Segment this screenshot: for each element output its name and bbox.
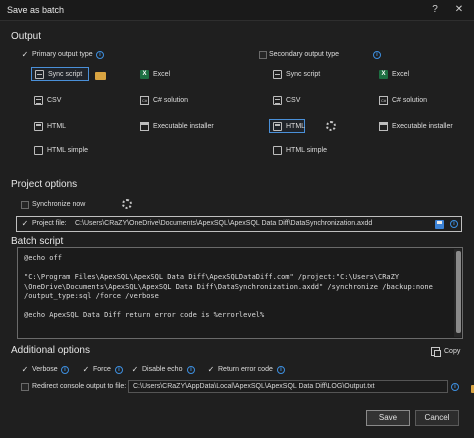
folder-icon[interactable] [95, 72, 106, 80]
secondary-excel-option[interactable]: X Excel [376, 67, 412, 81]
project-file-path[interactable]: C:\Users\CRaZY\OneDrive\Documents\ApexSQ… [71, 218, 431, 231]
return-error-code-info-icon[interactable]: i [277, 366, 285, 374]
cancel-button[interactable]: Cancel [415, 410, 459, 426]
batch-script-editor[interactable]: @echo off "C:\Program Files\ApexSQL\Apex… [17, 247, 463, 339]
save-icon[interactable] [435, 220, 444, 229]
primary-output-label: Primary output type [32, 51, 93, 58]
synchronize-now-checkbox[interactable] [21, 201, 29, 209]
project-file-info-icon[interactable]: i [450, 220, 458, 228]
verbose-checkbox[interactable]: ✓ [21, 366, 29, 374]
project-file-label: Project file: [32, 220, 67, 227]
secondary-sync-script-option[interactable]: Sync script [270, 67, 323, 81]
additional-options-header: Additional options [11, 345, 90, 356]
verbose-info-icon[interactable]: i [61, 366, 69, 374]
batch-script-header: Batch script [11, 236, 64, 247]
copy-button[interactable]: Copy [428, 344, 463, 358]
secondary-csharp-option[interactable]: C# C# solution [376, 93, 430, 107]
force-checkbox[interactable]: ✓ [82, 366, 90, 374]
project-file-row: ✓ Project file: C:\Users\CRaZY\OneDrive\… [16, 216, 462, 232]
copy-label: Copy [444, 347, 461, 355]
html-icon [34, 121, 43, 131]
executable-icon [140, 121, 149, 131]
sync-script-icon [273, 69, 282, 79]
secondary-exe-option[interactable]: Executable installer [376, 119, 456, 133]
primary-sync-script-label: Sync script [48, 70, 83, 78]
primary-html-simple-option[interactable]: HTML simple [31, 143, 91, 157]
disable-echo-checkbox[interactable]: ✓ [131, 366, 139, 374]
secondary-csv-option[interactable]: CSV [270, 93, 303, 107]
html-simple-icon [273, 145, 282, 155]
project-file-checkbox[interactable]: ✓ [21, 220, 29, 228]
copy-icon [431, 346, 441, 357]
primary-output-info-icon[interactable]: i [96, 51, 104, 59]
gear-icon[interactable] [121, 199, 132, 209]
secondary-html-option[interactable]: HTML [269, 119, 305, 133]
primary-excel-label: Excel [153, 70, 171, 78]
redirect-output-label: Redirect console output to file: [32, 383, 127, 390]
primary-csv-label: CSV [47, 96, 62, 104]
disable-echo-info-icon[interactable]: i [187, 366, 195, 374]
help-button[interactable]: ? [428, 4, 442, 15]
html-icon [273, 121, 282, 131]
synchronize-now-label: Synchronize now [32, 201, 86, 208]
return-error-code-label: Return error code [218, 366, 273, 373]
primary-html-label: HTML [47, 122, 67, 130]
force-info-icon[interactable]: i [115, 366, 123, 374]
gear-icon[interactable] [325, 121, 336, 131]
save-button[interactable]: Save [366, 410, 410, 426]
output-header: Output [11, 31, 42, 42]
secondary-html-simple-label: HTML simple [286, 146, 327, 154]
primary-csharp-label: C# solution [153, 96, 189, 104]
html-simple-icon [34, 145, 43, 155]
secondary-output-label: Secondary output type [269, 51, 340, 58]
close-button[interactable]: ✕ [452, 4, 466, 15]
primary-html-simple-label: HTML simple [47, 146, 88, 154]
sync-script-icon [35, 69, 44, 79]
secondary-exe-label: Executable installer [392, 122, 453, 130]
secondary-sync-script-label: Sync script [286, 70, 321, 78]
csharp-icon: C# [379, 95, 388, 105]
redirect-output-path[interactable]: C:\Users\CRaZY\AppData\Local\ApexSQL\Ape… [128, 380, 448, 393]
project-options-header: Project options [11, 179, 78, 190]
primary-html-option[interactable]: HTML [31, 119, 69, 133]
excel-icon: X [379, 69, 388, 79]
primary-excel-option[interactable]: X Excel [137, 67, 173, 81]
secondary-html-label: HTML [286, 122, 306, 130]
excel-icon: X [140, 69, 149, 79]
disable-echo-label: Disable echo [142, 366, 183, 373]
secondary-csharp-label: C# solution [392, 96, 428, 104]
primary-csv-option[interactable]: CSV [31, 93, 64, 107]
primary-output-checkbox[interactable]: ✓ [21, 51, 29, 59]
title-bar: Save as batch ? ✕ [0, 0, 474, 21]
secondary-excel-label: Excel [392, 70, 410, 78]
secondary-output-checkbox[interactable] [259, 51, 267, 59]
redirect-output-checkbox[interactable] [21, 383, 29, 391]
force-label: Force [93, 366, 111, 373]
batch-script-text: @echo off "C:\Program Files\ApexSQL\Apex… [24, 254, 433, 319]
redirect-output-info-icon[interactable]: i [451, 383, 459, 391]
secondary-html-simple-option[interactable]: HTML simple [270, 143, 330, 157]
return-error-code-checkbox[interactable]: ✓ [207, 366, 215, 374]
executable-icon [379, 121, 388, 131]
primary-exe-option[interactable]: Executable installer [137, 119, 217, 133]
script-scrollbar-thumb[interactable] [456, 251, 461, 333]
csharp-icon: C# [140, 95, 149, 105]
window-title: Save as batch [7, 5, 65, 15]
csv-icon [273, 95, 282, 105]
csv-icon [34, 95, 43, 105]
secondary-csv-label: CSV [286, 96, 301, 104]
secondary-output-info-icon[interactable]: i [373, 51, 381, 59]
verbose-label: Verbose [32, 366, 58, 373]
primary-sync-script-option[interactable]: Sync script [31, 67, 89, 81]
primary-exe-label: Executable installer [153, 122, 214, 130]
primary-csharp-option[interactable]: C# C# solution [137, 93, 191, 107]
